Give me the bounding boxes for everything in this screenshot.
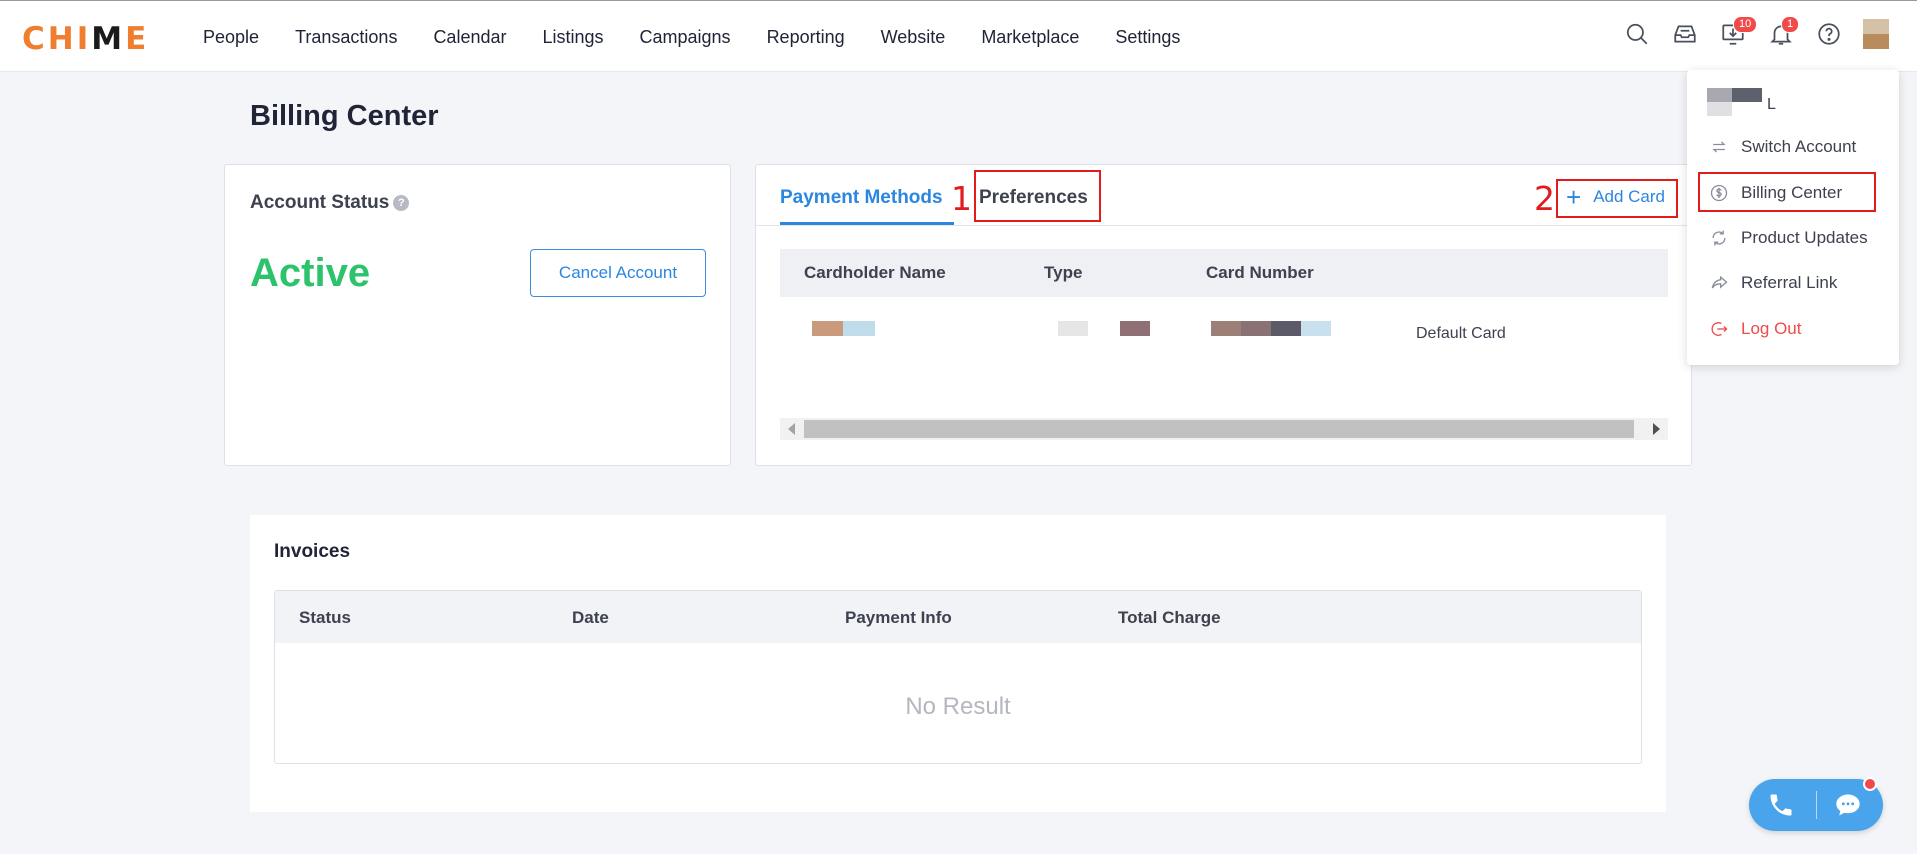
nav-calendar[interactable]: Calendar	[433, 27, 506, 48]
column-date: Date	[572, 608, 609, 627]
cards-table-header: Cardholder Name Type Card Number	[780, 249, 1668, 297]
notifications-badge: 1	[1781, 16, 1800, 33]
menu-log-out[interactable]: Log Out	[1709, 316, 1802, 342]
main-nav: People Transactions Calendar Listings Ca…	[203, 1, 1216, 73]
logout-icon	[1711, 322, 1728, 336]
user-initial: L	[1767, 96, 1776, 113]
annotation-box-billing-center	[1698, 172, 1876, 212]
chat-icon[interactable]	[1833, 791, 1863, 819]
nav-people[interactable]: People	[203, 27, 259, 48]
nav-listings[interactable]: Listings	[542, 27, 603, 48]
column-card-number: Card Number	[1206, 263, 1314, 282]
nav-actions: 10 1	[1603, 16, 1889, 49]
default-card-label: Default Card	[1416, 325, 1506, 342]
page-title: Billing Center	[250, 100, 439, 132]
menu-referral-link[interactable]: Referral Link	[1709, 270, 1837, 296]
dropdown-user: L	[1707, 88, 1887, 118]
share-icon	[1711, 275, 1728, 289]
nav-website[interactable]: Website	[881, 27, 946, 48]
redacted-user-name	[1707, 88, 1732, 102]
nav-settings[interactable]: Settings	[1115, 27, 1180, 48]
help-circle-icon[interactable]: ?	[393, 195, 410, 211]
invoices-table: Status Date Payment Info Total Charge No…	[274, 590, 1642, 764]
nav-transactions[interactable]: Transactions	[295, 27, 397, 48]
redacted-card-number-4	[1301, 321, 1331, 336]
payment-tabs: Payment Methods Preferences 1 + Add Card …	[756, 165, 1691, 226]
payment-methods-card: Payment Methods Preferences 1 + Add Card …	[755, 164, 1692, 466]
column-total-charge: Total Charge	[1118, 608, 1221, 627]
avatar[interactable]	[1863, 19, 1889, 49]
phone-icon[interactable]	[1766, 791, 1796, 819]
help-icon[interactable]	[1815, 20, 1843, 48]
contact-float-button	[1749, 777, 1883, 831]
column-cardholder-name: Cardholder Name	[804, 263, 946, 282]
search-icon[interactable]	[1623, 20, 1651, 48]
float-button-divider	[1816, 791, 1817, 819]
account-status-card: Account Status? Active Cancel Account	[224, 164, 731, 466]
column-type: Type	[1044, 263, 1083, 282]
column-status: Status	[299, 608, 351, 627]
redacted-user-name-2	[1732, 88, 1762, 102]
account-dropdown-menu: L Switch Account Billing Center Product …	[1687, 70, 1899, 365]
redacted-type	[1058, 321, 1088, 336]
inbox-icon[interactable]	[1671, 20, 1699, 48]
redacted-user-name-3	[1707, 102, 1732, 116]
refresh-icon	[1712, 230, 1726, 246]
unread-dot	[1863, 777, 1877, 791]
annotation-number-2: 2	[1534, 179, 1555, 218]
downloads-badge: 10	[1733, 16, 1758, 33]
active-tab-indicator	[780, 222, 954, 225]
top-navbar: CHIME People Transactions Calendar Listi…	[0, 0, 1917, 72]
column-payment-info: Payment Info	[845, 608, 952, 627]
cancel-account-button[interactable]: Cancel Account	[530, 249, 706, 297]
nav-reporting[interactable]: Reporting	[767, 27, 845, 48]
chime-logo[interactable]: CHIME	[22, 21, 149, 57]
annotation-box-preferences	[974, 170, 1101, 222]
scroll-left-icon[interactable]	[788, 423, 795, 435]
invoices-title: Invoices	[274, 541, 351, 562]
nav-marketplace[interactable]: Marketplace	[981, 27, 1079, 48]
switch-icon	[1712, 141, 1726, 153]
redacted-card-number-3	[1271, 321, 1301, 336]
tab-payment-methods[interactable]: Payment Methods	[780, 187, 943, 209]
account-status-label: Account Status?	[250, 192, 410, 214]
redacted-type-2	[1120, 321, 1150, 336]
menu-product-updates[interactable]: Product Updates	[1709, 225, 1868, 251]
bell-icon[interactable]: 1	[1767, 16, 1800, 48]
scrollbar-thumb[interactable]	[804, 420, 1634, 438]
empty-state: No Result	[905, 693, 1011, 720]
invoices-table-header: Status Date Payment Info Total Charge	[275, 591, 1641, 643]
nav-campaigns[interactable]: Campaigns	[640, 27, 731, 48]
account-status-value: Active	[250, 251, 371, 295]
redacted-cardholder	[812, 321, 843, 336]
horizontal-scrollbar[interactable]	[780, 418, 1668, 440]
download-monitor-icon[interactable]: 10	[1719, 16, 1758, 48]
scroll-right-icon[interactable]	[1653, 423, 1660, 435]
invoices-card: Invoices Status Date Payment Info Total …	[250, 515, 1666, 812]
menu-switch-account[interactable]: Switch Account	[1709, 134, 1856, 160]
redacted-card-number-2	[1241, 321, 1271, 336]
annotation-box-add-card	[1556, 179, 1678, 218]
redacted-card-number	[1211, 321, 1241, 336]
annotation-number-1: 1	[951, 179, 972, 218]
redacted-cardholder-2	[843, 321, 875, 336]
